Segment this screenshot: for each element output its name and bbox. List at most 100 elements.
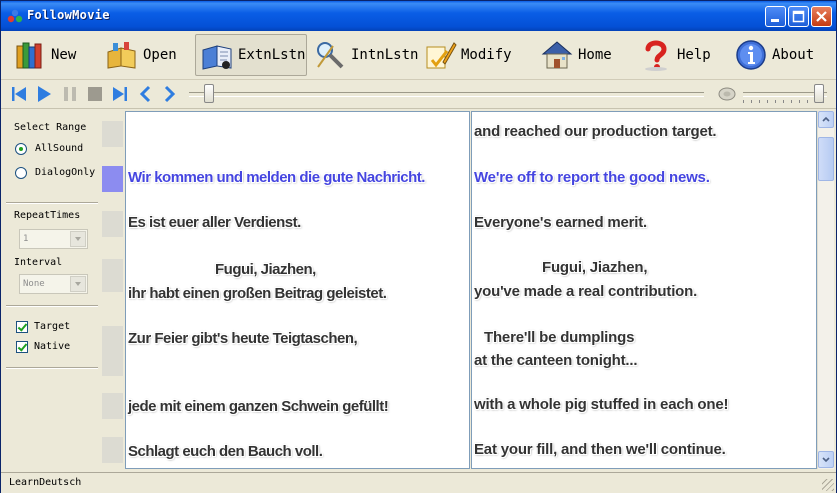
vertical-scrollbar[interactable] (817, 111, 834, 469)
dialog-only-radio[interactable] (15, 167, 27, 179)
toolbar: New Open ExtnLstn IntnLstn Modify Home H… (1, 31, 836, 80)
status-text: LearnDeutsch (9, 477, 82, 488)
line-marker[interactable] (102, 259, 123, 292)
english-line[interactable]: There'll be dumplings (484, 329, 634, 346)
line-marker[interactable] (102, 326, 123, 376)
chevron-down-icon[interactable] (70, 231, 86, 247)
german-line[interactable]: jede mit einem ganzen Schwein gefüllt! (128, 398, 389, 415)
window-title: FollowMovie (27, 8, 110, 22)
stop-icon[interactable] (85, 84, 105, 104)
close-icon (816, 11, 827, 22)
english-subtitle-pane[interactable]: and reached our production target. We're… (471, 111, 817, 469)
english-line[interactable]: Fugui, Jiazhen, (542, 259, 648, 276)
scroll-down-button[interactable] (818, 451, 834, 468)
speaker-icon (718, 87, 736, 101)
media-bar (1, 80, 836, 109)
title-bar[interactable]: FollowMovie (1, 1, 836, 31)
maximize-button[interactable] (788, 6, 809, 27)
new-label: New (51, 47, 77, 63)
interval-label: Interval (14, 257, 63, 268)
divider (6, 202, 98, 204)
interval-select[interactable]: None (19, 274, 88, 294)
intnlstn-button[interactable]: IntnLstn (309, 34, 422, 76)
german-line[interactable]: Fugui, Jiazhen, (215, 261, 316, 278)
maximize-icon (792, 10, 805, 23)
english-line[interactable]: We're off to report the good news. (474, 169, 710, 186)
native-checkbox[interactable] (16, 341, 28, 353)
new-button[interactable]: New (9, 34, 80, 76)
resize-grip[interactable] (822, 479, 834, 491)
modify-button[interactable]: Modify (419, 34, 516, 76)
divider (6, 367, 98, 369)
repeat-times-select[interactable]: 1 (19, 229, 88, 249)
german-line[interactable]: Es ist euer aller Verdienst. (128, 214, 301, 231)
previous-chevron-icon[interactable] (136, 84, 156, 104)
target-label[interactable]: Target (34, 321, 70, 332)
settings-panel: Select Range AllSound DialogOnly RepeatT… (6, 111, 98, 471)
minimize-button[interactable] (765, 6, 786, 27)
home-button[interactable]: Home (536, 34, 616, 76)
english-line[interactable]: at the canteen tonight... (474, 352, 638, 369)
about-button[interactable]: About (730, 34, 818, 76)
german-line[interactable]: Schlagt euch den Bauch voll. (128, 443, 323, 460)
help-question-icon (645, 40, 667, 71)
skip-to-end-icon[interactable] (110, 84, 130, 104)
line-marker[interactable] (102, 211, 123, 237)
english-line[interactable]: you've made a real contribution. (474, 283, 697, 300)
extnlstn-label: ExtnLstn (238, 47, 306, 63)
select-range-label: Select Range (14, 122, 87, 133)
seek-slider-thumb[interactable] (204, 84, 214, 103)
repeat-times-label: RepeatTimes (14, 210, 81, 221)
next-chevron-icon[interactable] (159, 84, 179, 104)
english-line[interactable]: with a whole pig stuffed in each one! (474, 396, 728, 413)
english-line[interactable]: Eat your fill, and then we'll continue. (474, 441, 726, 458)
magnifier-tools-icon (317, 42, 344, 69)
divider (6, 305, 98, 307)
skip-to-start-icon[interactable] (9, 84, 29, 104)
repeat-times-value: 1 (23, 234, 29, 244)
chevron-down-icon[interactable] (70, 276, 86, 292)
intnlstn-label: IntnLstn (351, 47, 419, 63)
open-button[interactable]: Open (101, 34, 181, 76)
all-sound-label[interactable]: AllSound (35, 143, 83, 154)
english-line[interactable]: and reached our production target. (474, 123, 717, 140)
close-button[interactable] (811, 6, 832, 27)
listen-book-icon (202, 45, 232, 70)
line-marker[interactable] (102, 121, 123, 147)
line-marker[interactable] (102, 393, 123, 419)
play-icon[interactable] (34, 84, 54, 104)
books-icon (16, 42, 42, 69)
help-label: Help (677, 47, 711, 63)
extnlstn-button[interactable]: ExtnLstn (195, 34, 307, 76)
open-label: Open (143, 47, 177, 63)
english-line[interactable]: Everyone's earned merit. (474, 214, 647, 231)
line-marker-active[interactable] (102, 166, 123, 192)
chevron-up-icon (822, 116, 830, 122)
volume-slider-thumb[interactable] (814, 84, 824, 103)
all-sound-radio[interactable] (15, 143, 27, 155)
interval-value: None (23, 279, 45, 289)
line-marker[interactable] (102, 437, 123, 463)
scroll-up-button[interactable] (818, 111, 834, 128)
target-checkbox[interactable] (16, 321, 28, 333)
german-subtitle-pane[interactable]: Wir kommen und melden die gute Nachricht… (125, 111, 470, 469)
pause-icon[interactable] (60, 84, 80, 104)
app-icon (7, 9, 23, 23)
open-books-icon (107, 42, 136, 69)
german-line[interactable]: ihr habt einen großen Beitrag geleistet. (128, 285, 387, 302)
modify-label: Modify (461, 47, 512, 63)
dialog-only-label[interactable]: DialogOnly (35, 167, 95, 178)
about-label: About (772, 47, 815, 63)
minimize-icon (771, 19, 779, 22)
home-label: Home (578, 47, 612, 63)
chevron-down-icon (822, 457, 830, 463)
seek-track[interactable] (189, 92, 704, 97)
german-line[interactable]: Wir kommen und melden die gute Nachricht… (128, 169, 425, 186)
pencil-edit-icon (426, 42, 457, 69)
scroll-thumb[interactable] (818, 137, 834, 181)
line-marker-gutter (102, 111, 124, 469)
status-bar: LearnDeutsch (1, 472, 836, 493)
native-label[interactable]: Native (34, 341, 70, 352)
german-line[interactable]: Zur Feier gibt's heute Teigtaschen, (128, 330, 358, 347)
help-button[interactable]: Help (635, 34, 715, 76)
